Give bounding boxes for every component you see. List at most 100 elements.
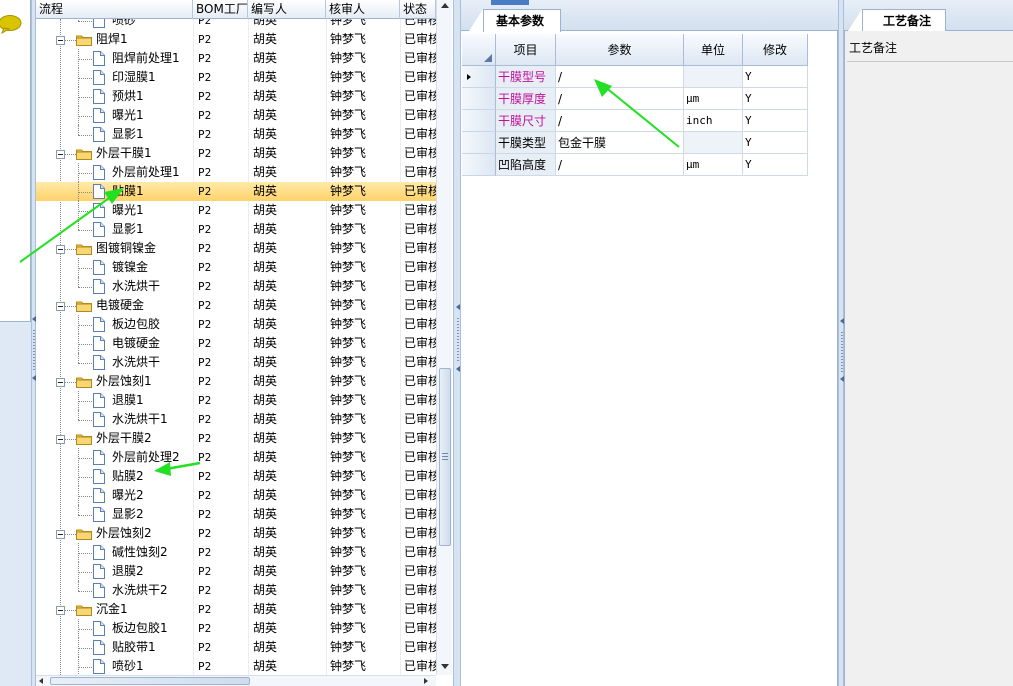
tree-vertical-scrollbar[interactable] bbox=[436, 0, 452, 675]
chat-bubble-icon[interactable] bbox=[0, 14, 22, 34]
tree-step-row[interactable]: 阻焊前处理1 P2 胡英 钟梦飞 已审核 bbox=[36, 49, 436, 68]
splitter-grip[interactable] bbox=[841, 332, 843, 372]
param-unit-cell[interactable]: μm bbox=[684, 88, 743, 110]
param-modify-cell[interactable]: Y bbox=[743, 132, 808, 154]
param-value-cell[interactable]: 包金干膜 bbox=[556, 132, 684, 154]
tree-step-row[interactable]: 水洗烘干2 P2 胡英 钟梦飞 已审核 bbox=[36, 581, 436, 600]
tree-step-row[interactable]: 外层前处理2 P2 胡英 钟梦飞 已审核 bbox=[36, 448, 436, 467]
scroll-up-arrow-icon[interactable] bbox=[441, 3, 449, 8]
param-item-cell[interactable]: 凹陷高度 bbox=[496, 154, 556, 176]
tree-vscroll-thumb[interactable] bbox=[439, 368, 451, 546]
tree-step-row[interactable]: 印湿膜1 P2 胡英 钟梦飞 已审核 bbox=[36, 68, 436, 87]
param-unit-cell[interactable] bbox=[684, 66, 743, 88]
tree-step-row[interactable]: 显影2 P2 胡英 钟梦飞 已审核 bbox=[36, 505, 436, 524]
param-item-cell[interactable]: 干膜类型 bbox=[496, 132, 556, 154]
tree-group-row[interactable]: 电镀硬金 P2 胡英 钟梦飞 已审核 bbox=[36, 296, 436, 315]
param-value-cell[interactable]: / bbox=[556, 110, 684, 132]
tab-basic-params[interactable]: 基本参数 bbox=[483, 9, 561, 32]
param-row-header[interactable] bbox=[462, 88, 496, 110]
tree-step-row[interactable]: 喷砂 P2 胡英 钟梦飞 已审核 bbox=[36, 19, 436, 30]
tree-step-row[interactable]: 碱性蚀刻2 P2 胡英 钟梦飞 已审核 bbox=[36, 543, 436, 562]
collapse-toggle-icon[interactable] bbox=[56, 529, 65, 539]
param-column-header-value[interactable]: 参数 bbox=[556, 34, 684, 66]
param-column-header-modify[interactable]: 修改 bbox=[743, 34, 808, 66]
tree-step-row[interactable]: 板边包胶 P2 胡英 钟梦飞 已审核 bbox=[36, 315, 436, 334]
tree-step-row[interactable]: 水洗烘干 P2 胡英 钟梦飞 已审核 bbox=[36, 277, 436, 296]
tree-step-row[interactable]: 预烘1 P2 胡英 钟梦飞 已审核 bbox=[36, 87, 436, 106]
param-column-header-unit[interactable]: 单位 bbox=[684, 34, 743, 66]
tree-step-row[interactable]: 水洗烘干 P2 胡英 钟梦飞 已审核 bbox=[36, 353, 436, 372]
grid-select-all-corner[interactable] bbox=[462, 34, 496, 66]
tree-step-row[interactable]: 显影1 P2 胡英 钟梦飞 已审核 bbox=[36, 125, 436, 144]
param-row-header[interactable] bbox=[462, 154, 496, 176]
param-modify-cell[interactable]: Y bbox=[743, 110, 808, 132]
param-unit-cell[interactable] bbox=[684, 132, 743, 154]
tree-step-row[interactable]: 喷砂1 P2 胡英 钟梦飞 已审核 bbox=[36, 657, 436, 675]
column-header-writer[interactable]: 编写人 bbox=[248, 0, 326, 19]
tree-hscroll-thumb[interactable] bbox=[50, 677, 250, 685]
tree-step-row[interactable]: 曝光2 P2 胡英 钟梦飞 已审核 bbox=[36, 486, 436, 505]
splitter-grip[interactable] bbox=[457, 318, 459, 362]
collapse-arrow-icon[interactable] bbox=[456, 366, 460, 372]
tree-group-row[interactable]: 外层干膜2 P2 胡英 钟梦飞 已审核 bbox=[36, 429, 436, 448]
collapse-toggle-icon[interactable] bbox=[56, 377, 65, 387]
column-header-bom-factory[interactable]: BOM工厂 bbox=[193, 0, 248, 19]
tree-step-row[interactable]: 水洗烘干1 P2 胡英 钟梦飞 已审核 bbox=[36, 410, 436, 429]
tree-group-row[interactable]: 外层干膜1 P2 胡英 钟梦飞 已审核 bbox=[36, 144, 436, 163]
folder-icon bbox=[76, 33, 92, 46]
param-unit-cell[interactable]: inch bbox=[684, 110, 743, 132]
tree-step-row[interactable]: 曝光1 P2 胡英 钟梦飞 已审核 bbox=[36, 201, 436, 220]
collapse-toggle-icon[interactable] bbox=[56, 605, 65, 615]
param-unit-cell[interactable]: μm bbox=[684, 154, 743, 176]
param-value-cell[interactable]: / bbox=[556, 88, 684, 110]
tree-step-row[interactable]: 贴膜1 P2 胡英 钟梦飞 已审核 bbox=[36, 182, 436, 201]
param-modify-cell[interactable]: Y bbox=[743, 154, 808, 176]
tree-flow-label: 外层蚀刻1 bbox=[96, 374, 152, 388]
column-header-reviewer[interactable]: 核审人 bbox=[326, 0, 400, 19]
collapse-toggle-icon[interactable] bbox=[56, 301, 65, 311]
param-item-cell[interactable]: 干膜型号 bbox=[496, 66, 556, 88]
param-row-header[interactable] bbox=[462, 110, 496, 132]
tree-step-row[interactable]: 显影1 P2 胡英 钟梦飞 已审核 bbox=[36, 220, 436, 239]
tree-group-row[interactable]: 图镀铜镍金 P2 胡英 钟梦飞 已审核 bbox=[36, 239, 436, 258]
param-row-header[interactable] bbox=[462, 66, 496, 88]
tree-step-row[interactable]: 镀镍金 P2 胡英 钟梦飞 已审核 bbox=[36, 258, 436, 277]
tree-horizontal-scrollbar[interactable] bbox=[36, 675, 436, 686]
tree-status: 已审核 bbox=[404, 450, 436, 464]
tree-step-row[interactable]: 曝光1 P2 胡英 钟梦飞 已审核 bbox=[36, 106, 436, 125]
tree-step-row[interactable]: 退膜1 P2 胡英 钟梦飞 已审核 bbox=[36, 391, 436, 410]
middle-splitter[interactable] bbox=[453, 0, 461, 686]
param-item-cell[interactable]: 干膜尺寸 bbox=[496, 110, 556, 132]
collapse-arrow-icon[interactable] bbox=[456, 304, 460, 310]
column-header-status[interactable]: 状态 bbox=[400, 0, 436, 19]
scroll-down-arrow-icon[interactable] bbox=[441, 664, 449, 669]
tree-group-row[interactable]: 外层蚀刻1 P2 胡英 钟梦飞 已审核 bbox=[36, 372, 436, 391]
param-modify-cell[interactable]: Y bbox=[743, 88, 808, 110]
tree-step-row[interactable]: 外层前处理1 P2 胡英 钟梦飞 已审核 bbox=[36, 163, 436, 182]
scroll-right-arrow-icon[interactable] bbox=[424, 678, 428, 684]
collapse-toggle-icon[interactable] bbox=[56, 244, 65, 254]
splitter-grip[interactable] bbox=[33, 330, 35, 370]
scroll-left-arrow-icon[interactable] bbox=[39, 678, 43, 684]
tree-group-row[interactable]: 外层蚀刻2 P2 胡英 钟梦飞 已审核 bbox=[36, 524, 436, 543]
notes-content[interactable]: 工艺备注 bbox=[844, 31, 1013, 686]
tree-reviewer: 钟梦飞 bbox=[330, 393, 367, 407]
param-modify-cell[interactable]: Y bbox=[743, 66, 808, 88]
tab-process-notes[interactable]: 工艺备注 bbox=[862, 9, 946, 32]
column-header-flow[interactable]: 流程 bbox=[36, 0, 193, 19]
tree-group-row[interactable]: 沉金1 P2 胡英 钟梦飞 已审核 bbox=[36, 600, 436, 619]
param-row-header[interactable] bbox=[462, 132, 496, 154]
param-item-cell[interactable]: 干膜厚度 bbox=[496, 88, 556, 110]
param-value-cell[interactable]: / bbox=[556, 66, 684, 88]
param-column-header-item[interactable]: 项目 bbox=[496, 34, 556, 66]
collapse-toggle-icon[interactable] bbox=[56, 35, 65, 45]
tree-step-row[interactable]: 贴胶带1 P2 胡英 钟梦飞 已审核 bbox=[36, 638, 436, 657]
collapse-toggle-icon[interactable] bbox=[56, 149, 65, 159]
tree-step-row[interactable]: 电镀硬金 P2 胡英 钟梦飞 已审核 bbox=[36, 334, 436, 353]
tree-step-row[interactable]: 贴膜2 P2 胡英 钟梦飞 已审核 bbox=[36, 467, 436, 486]
collapse-toggle-icon[interactable] bbox=[56, 434, 65, 444]
tree-step-row[interactable]: 板边包胶1 P2 胡英 钟梦飞 已审核 bbox=[36, 619, 436, 638]
tree-group-row[interactable]: 阻焊1 P2 胡英 钟梦飞 已审核 bbox=[36, 30, 436, 49]
param-value-cell[interactable]: / bbox=[556, 154, 684, 176]
tree-step-row[interactable]: 退膜2 P2 胡英 钟梦飞 已审核 bbox=[36, 562, 436, 581]
